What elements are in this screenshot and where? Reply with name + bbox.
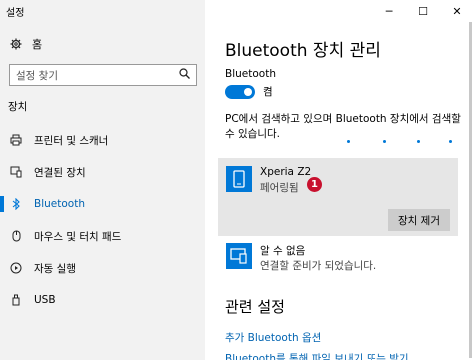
send-receive-files-link[interactable]: Bluetooth를 통해 파일 보내기 또는 받기 xyxy=(225,351,409,360)
autoplay-icon xyxy=(10,261,22,275)
related-settings-title: 관련 설정 xyxy=(225,298,285,316)
bluetooth-icon xyxy=(10,197,22,211)
bluetooth-toggle-row: 켬 xyxy=(225,84,273,99)
bluetooth-toggle[interactable] xyxy=(225,84,255,99)
home-label: 홈 xyxy=(32,38,43,51)
more-bluetooth-options-link[interactable]: 추가 Bluetooth 옵션 xyxy=(225,330,321,345)
sidebar-nav: 프린터 및 스캐너 연결된 장치 Bluetooth 마우스 및 터치 패드 자… xyxy=(0,124,205,316)
sidebar-item-autoplay[interactable]: 자동 실행 xyxy=(0,252,205,284)
search-input[interactable]: 설정 찾기 xyxy=(9,64,197,86)
connected-devices-icon xyxy=(10,165,22,179)
phone-icon xyxy=(226,166,252,192)
progress-dot xyxy=(417,140,420,143)
progress-dots xyxy=(347,140,467,146)
sidebar-item-printers[interactable]: 프린터 및 스캐너 xyxy=(0,124,205,156)
close-button[interactable]: ✕ xyxy=(440,0,474,22)
device-item-unknown[interactable]: 알 수 없음 연결할 준비가 되었습니다. xyxy=(218,240,458,274)
page-title: Bluetooth 장치 관리 xyxy=(225,41,381,61)
sidebar-item-bluetooth[interactable]: Bluetooth xyxy=(0,188,205,220)
sidebar-item-mouse[interactable]: 마우스 및 터치 패드 xyxy=(0,220,205,252)
device-status: 페어링됨 xyxy=(260,182,299,194)
device-status: 연결할 준비가 되었습니다. xyxy=(260,260,377,272)
maximize-button[interactable]: ☐ xyxy=(406,0,440,22)
window-controls: ─ ☐ ✕ xyxy=(372,0,474,22)
device-item-xperia[interactable]: Xperia Z2 페어링됨 1 장치 제거 xyxy=(218,158,458,236)
sidebar: 설정 홈 설정 찾기 장치 프린터 및 스캐너 연결된 장치 Bluetooth… xyxy=(0,0,205,360)
device-name: Xperia Z2 xyxy=(260,166,312,178)
annotation-badge: 1 xyxy=(307,177,322,192)
usb-icon xyxy=(10,293,22,307)
sidebar-item-usb[interactable]: USB xyxy=(0,284,205,316)
search-placeholder: 설정 찾기 xyxy=(16,69,58,82)
search-icon[interactable] xyxy=(179,68,190,82)
sidebar-item-label: Bluetooth xyxy=(34,198,85,210)
printer-icon xyxy=(10,133,22,147)
main-content: ─ ☐ ✕ Bluetooth 장치 관리 Bluetooth 켬 PC에서 검… xyxy=(205,0,474,360)
progress-dot xyxy=(383,140,386,143)
sidebar-item-connected-devices[interactable]: 연결된 장치 xyxy=(0,156,205,188)
device-name: 알 수 없음 xyxy=(260,245,306,257)
sidebar-item-label: 연결된 장치 xyxy=(34,166,86,179)
sidebar-item-label: USB xyxy=(34,294,56,306)
sidebar-item-label: 프린터 및 스캐너 xyxy=(34,134,109,147)
minimize-button[interactable]: ─ xyxy=(372,0,406,22)
window-title: 설정 xyxy=(6,8,25,19)
progress-dot xyxy=(449,140,452,143)
gear-icon xyxy=(10,37,22,51)
home-nav-item[interactable]: 홈 xyxy=(10,36,42,52)
section-label-devices: 장치 xyxy=(8,101,28,113)
remove-device-button[interactable]: 장치 제거 xyxy=(388,209,450,231)
toggle-knob xyxy=(244,87,252,96)
discovery-description: PC에서 검색하고 있으며 Bluetooth 장치에서 검색할 수 있습니다. xyxy=(225,113,461,140)
sidebar-item-label: 자동 실행 xyxy=(34,262,76,275)
scrollbar[interactable] xyxy=(469,22,472,358)
toggle-state: 켬 xyxy=(263,86,273,98)
progress-dot xyxy=(347,140,350,143)
bluetooth-toggle-label: Bluetooth xyxy=(225,68,276,80)
mouse-icon xyxy=(10,229,22,243)
sidebar-item-label: 마우스 및 터치 패드 xyxy=(34,230,122,243)
monitor-icon xyxy=(226,243,252,269)
